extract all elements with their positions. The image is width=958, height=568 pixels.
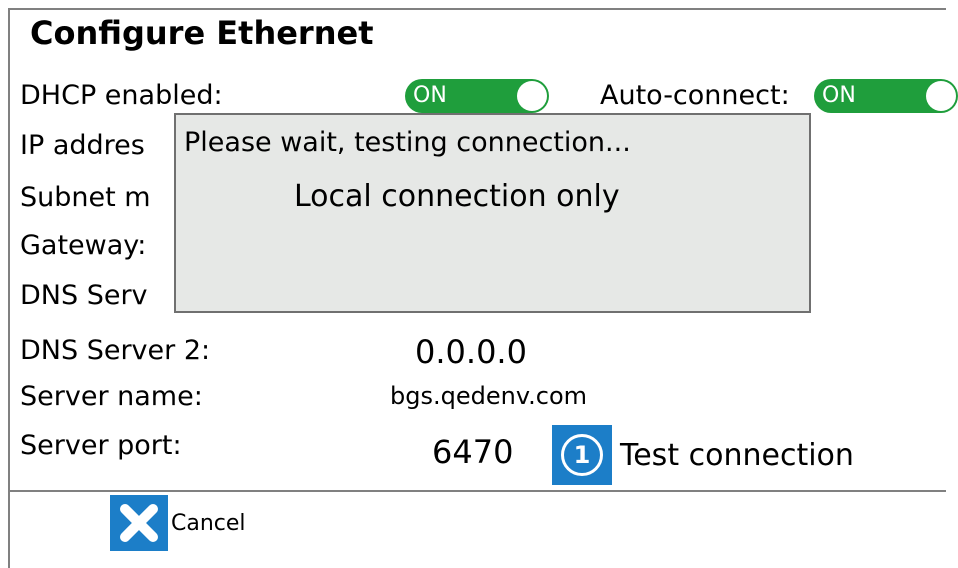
cancel-label: Cancel [171, 510, 246, 536]
dialog-result: Local connection only [294, 179, 620, 214]
dns-server-2-value[interactable]: 0.0.0.0 [415, 333, 527, 371]
toggle-knob [517, 81, 547, 111]
page-title: Configure Ethernet [30, 14, 374, 52]
close-x-icon [110, 495, 168, 551]
server-name-label: Server name: [20, 381, 203, 412]
test-icon-number: 1 [561, 434, 603, 476]
ip-address-label: IP addres [20, 130, 145, 161]
toggle-knob [926, 81, 956, 111]
dhcp-toggle[interactable]: ON [405, 79, 549, 113]
autoconnect-toggle[interactable]: ON [814, 79, 958, 113]
subnet-mask-label: Subnet m [20, 182, 151, 213]
testing-dialog: Please wait, testing connection... Local… [174, 113, 811, 313]
server-name-value[interactable]: bgs.qedenv.com [390, 382, 587, 410]
dns-server-2-label: DNS Server 2: [20, 335, 211, 366]
dns-server-1-label: DNS Serv [20, 280, 148, 311]
server-port-label: Server port: [20, 430, 182, 461]
autoconnect-toggle-state: ON [822, 83, 856, 108]
gateway-label: Gateway: [20, 230, 147, 261]
dialog-message: Please wait, testing connection... [184, 127, 631, 158]
test-connection-label: Test connection [620, 437, 854, 473]
dhcp-toggle-state: ON [413, 83, 447, 108]
autoconnect-label: Auto-connect: [600, 80, 790, 111]
cancel-button[interactable]: Cancel [110, 495, 246, 551]
server-port-value[interactable]: 6470 [432, 433, 513, 471]
dhcp-label: DHCP enabled: [20, 80, 223, 111]
test-connection-button[interactable]: 1 Test connection [552, 425, 854, 485]
info-circle-icon: 1 [552, 425, 612, 485]
